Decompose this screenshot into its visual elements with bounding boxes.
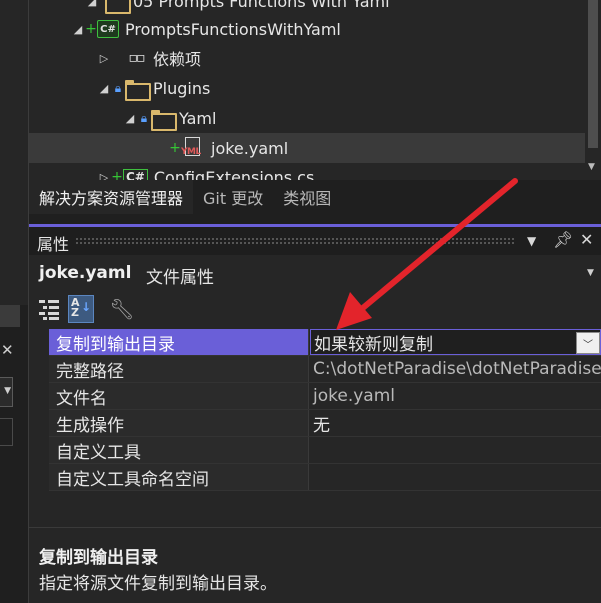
expand-arrow-icon[interactable]: ▷ [97, 52, 111, 65]
dropdown-chevron-icon[interactable]: ﹀ [576, 332, 600, 354]
tree-scrollbar[interactable]: ▼ [585, 0, 601, 180]
properties-title-bar[interactable]: 属性 ▼ 📌︎ ✕ [29, 227, 601, 255]
csharp-file-icon: C# [123, 169, 148, 180]
lock-icon: 🔒︎ [114, 80, 122, 95]
tree-item-label: 05 Prompts Functions With Yaml [133, 0, 390, 11]
tree-item-plugins[interactable]: ◢ 🔒︎ Plugins [29, 73, 585, 103]
dependencies-icon: ▫▫ [128, 50, 146, 66]
scrollbar-thumb[interactable] [588, 0, 598, 148]
folder-icon [151, 109, 177, 131]
collapse-arrow-icon[interactable]: ◢ [85, 0, 99, 8]
added-plus-icon: + [169, 140, 181, 156]
object-kind: 文件属性 [146, 268, 214, 288]
left-panel-field[interactable] [0, 418, 13, 446]
tree-item-label: 依赖项 [153, 50, 202, 69]
expand-arrow-icon[interactable]: ▷ [97, 171, 111, 181]
property-value[interactable] [310, 464, 601, 490]
pin-icon[interactable]: 📌︎ [553, 230, 573, 249]
tree-item-label: ConfigExtensions.cs [153, 167, 315, 181]
yaml-badge: YML [181, 147, 201, 157]
folder-icon [125, 79, 151, 101]
tree-item-label: joke.yaml [211, 138, 289, 158]
description-divider[interactable] [29, 527, 601, 528]
added-plus-icon: + [111, 169, 123, 180]
panel-title: 属性 [37, 235, 70, 254]
solution-explorer: ◢ 05 Prompts Functions With Yaml ◢ + C# … [29, 0, 601, 214]
description-text: 指定将源文件复制到输出目录。 [39, 574, 277, 594]
property-value[interactable]: joke.yaml [310, 383, 601, 409]
property-name: 自定义工具 [49, 437, 309, 463]
property-row-custom-tool-namespace[interactable]: 自定义工具命名空间 [49, 464, 601, 491]
property-value[interactable]: 无 [310, 410, 601, 436]
property-value[interactable]: C:\dotNetParadise\dotNetParadise-W [310, 356, 601, 382]
tab-solution-explorer[interactable]: 解决方案资源管理器 [29, 180, 194, 214]
scroll-down-icon[interactable]: ▼ [588, 162, 595, 172]
property-name: 自定义工具命名空间 [49, 464, 309, 490]
properties-panel: 属性 ▼ 📌︎ ✕ joke.yaml 文件属性 ▼ A Z ↓ 🔧︎ 复制到输出目 [29, 227, 601, 603]
tab-class-view[interactable]: 类视图 [273, 180, 341, 214]
property-value-select[interactable]: 如果较新则复制 ﹀ [310, 329, 601, 355]
property-value[interactable] [310, 437, 601, 463]
property-grid: 复制到输出目录 如果较新则复制 ﹀ 完整路径 C:\dotNetParadise… [29, 329, 601, 492]
categorized-icon [39, 299, 59, 320]
close-icon[interactable]: ✕ [580, 230, 593, 249]
left-panel-dropdown[interactable]: ▼ [0, 377, 13, 407]
property-row-file-name[interactable]: 文件名 joke.yaml [49, 383, 601, 410]
solution-tree: ◢ 05 Prompts Functions With Yaml ◢ + C# … [29, 0, 585, 180]
left-panel-body [0, 0, 29, 305]
property-pages-button[interactable]: 🔧︎ [109, 295, 135, 323]
collapse-arrow-icon[interactable]: ◢ [123, 112, 137, 125]
tree-item-yaml-folder[interactable]: ◢ 🔒︎ Yaml [29, 103, 585, 133]
left-panel-scroll[interactable] [0, 305, 20, 327]
tab-git-changes[interactable]: Git 更改 [193, 180, 273, 214]
property-row-build-action[interactable]: 生成操作 无 [49, 410, 601, 437]
tree-item-label: PromptsFunctionsWithYaml [125, 19, 341, 39]
yaml-file-icon: YML [181, 137, 205, 159]
tree-item-project[interactable]: ◢ + C# PromptsFunctionsWithYaml [29, 14, 585, 44]
chevron-down-icon: ▼ [4, 386, 11, 396]
object-name: joke.yaml [39, 263, 132, 283]
object-selector[interactable]: joke.yaml 文件属性 ▼ [29, 260, 601, 288]
property-value: 如果较新则复制 [314, 334, 433, 355]
wrench-icon: 🔧︎ [109, 297, 135, 321]
folder-icon [105, 0, 131, 14]
grid-gutter [29, 329, 49, 492]
tree-item-label: Yaml [179, 108, 217, 128]
description-title: 复制到输出目录 [39, 548, 158, 568]
csharp-project-icon: C# [97, 20, 119, 38]
added-plus-icon: + [85, 21, 97, 37]
tree-item-config-extensions[interactable]: ▷ + C# ConfigExtensions.cs [29, 162, 585, 180]
lock-icon: 🔒︎ [140, 110, 148, 125]
property-row-full-path[interactable]: 完整路径 C:\dotNetParadise\dotNetParadise-W [49, 356, 601, 383]
tree-item-label: Plugins [153, 78, 211, 98]
property-name: 文件名 [49, 383, 309, 409]
collapse-arrow-icon[interactable]: ◢ [97, 82, 111, 95]
property-row-copy-to-output[interactable]: 复制到输出目录 如果较新则复制 ﹀ [49, 329, 601, 356]
categorized-button[interactable] [36, 295, 62, 323]
sort-alphabetical-icon: A Z ↓ [71, 296, 91, 319]
property-name: 完整路径 [49, 356, 309, 382]
panel-splitter[interactable] [29, 214, 601, 227]
window-menu-chevron-icon[interactable]: ▼ [527, 234, 536, 248]
properties-toolbar: A Z ↓ 🔧︎ [29, 291, 601, 329]
chevron-down-icon[interactable]: ▼ [587, 268, 594, 278]
drag-grip[interactable] [75, 237, 515, 244]
left-panel-edge: ✕ ▼ [0, 0, 29, 603]
property-row-custom-tool[interactable]: 自定义工具 [49, 437, 601, 464]
explorer-tabs: 解决方案资源管理器 Git 更改 类视图 [29, 180, 601, 214]
property-name: 生成操作 [49, 410, 309, 436]
tree-item-joke-yaml[interactable]: + YML joke.yaml [29, 133, 585, 163]
close-icon[interactable]: ✕ [1, 341, 14, 359]
alphabetical-button[interactable]: A Z ↓ [68, 295, 94, 323]
property-name: 复制到输出目录 [49, 329, 309, 355]
tree-item-dependencies[interactable]: ▷ ▫▫ 依赖项 [29, 43, 585, 73]
collapse-arrow-icon[interactable]: ◢ [71, 23, 85, 36]
